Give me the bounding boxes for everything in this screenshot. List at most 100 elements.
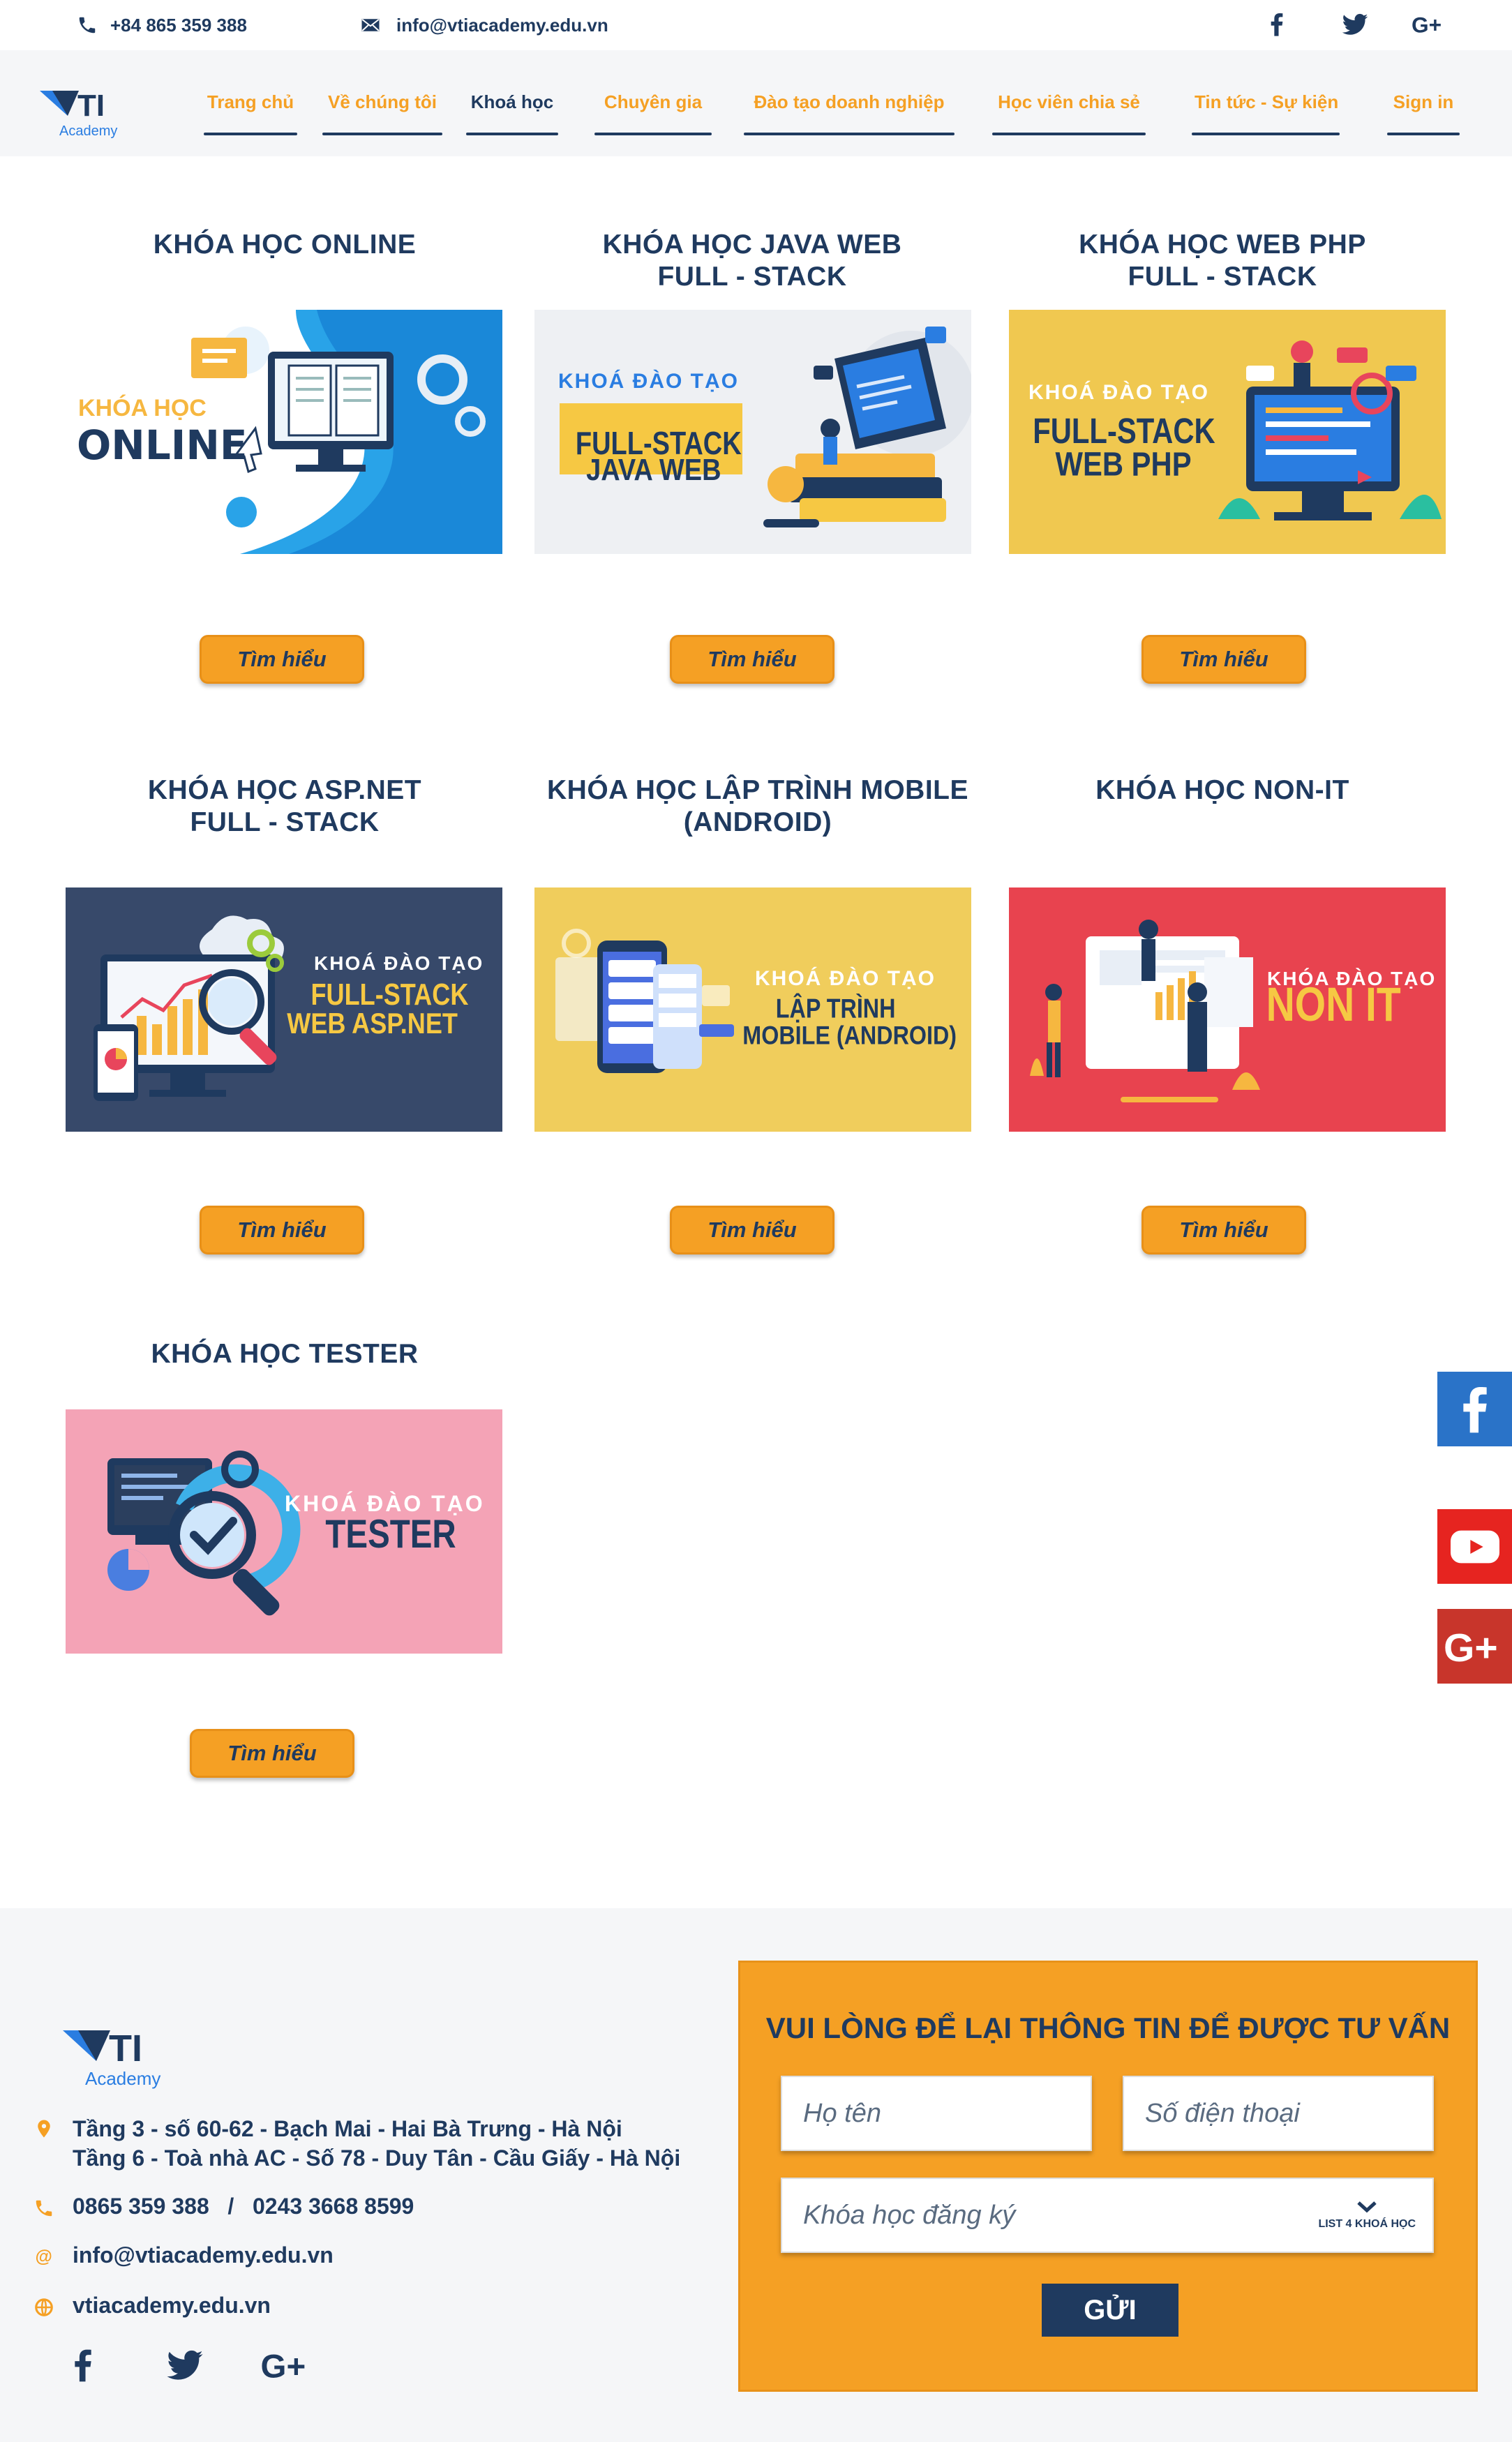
globe-icon [35,2298,53,2316]
banner-java-top: KHOÁ ĐÀO TẠO [558,369,739,393]
footer-website[interactable]: vtiacademy.edu.vn [33,2293,271,2319]
submit-button[interactable]: GỬI [1042,2284,1178,2337]
course-banner-mobile[interactable]: KHOÁ ĐÀO TẠO LẬP TRÌNH MOBILE (ANDROID) [534,887,971,1132]
facebook-icon [1462,1386,1487,1432]
course-banner-tester[interactable]: KHOÁ ĐÀO TẠO TESTER [66,1409,502,1654]
svg-text:G+: G+ [1412,13,1442,38]
course-title-nonit: KHÓA HỌC NON-IT [1095,775,1349,805]
svg-text:TI: TI [77,89,105,123]
footer-google-plus-button[interactable]: G+ [255,2341,318,2390]
top-phone-text: +84 865 359 388 [110,14,247,36]
course-banner-online[interactable]: KHÓA HỌC ONLINE [66,310,502,554]
top-google-plus-button[interactable]: G+ [1408,7,1450,42]
svg-text:TI: TI [109,2028,142,2069]
nav-sign-in[interactable]: Sign in [1387,89,1460,138]
at-icon: @ [36,2247,52,2267]
svg-text:Academy: Academy [85,2068,160,2089]
course-banner-php[interactable]: KHOÁ ĐÀO TẠO FULL-STACK WEB PHP [1009,310,1446,554]
course-banner-nonit[interactable]: KHÓA ĐÀO TẠO NON IT [1009,887,1446,1132]
course-select-placeholder: Khóa học đăng ký [803,2200,1016,2230]
name-input[interactable]: Họ tên [781,2076,1092,2151]
facebook-icon [75,2349,91,2382]
learn-more-button-java[interactable]: Tìm hiểu [670,635,834,684]
map-pin-icon [38,2120,50,2138]
svg-text:G+: G+ [261,2349,306,2385]
banner-aspnet-top: KHOÁ ĐÀO TẠO [314,952,484,974]
twitter-icon [1342,13,1368,35]
nav-hoc-vien-chia-se[interactable]: Học viên chia sẻ [992,89,1146,138]
footer-address: Tầng 3 - số 60-62 - Bạch Mai - Hai Bà Tr… [33,2114,680,2173]
banner-mobile-top: KHOÁ ĐÀO TẠO [755,966,936,990]
nav-dao-tao-doanh-nghiep[interactable]: Đào tạo doanh nghiệp [744,89,955,138]
footer-address-line2: Tầng 6 - Toà nhà AC - Số 78 - Duy Tân - … [73,2145,681,2171]
learn-more-button-tester[interactable]: Tìm hiểu [190,1729,354,1778]
course-title-java: KHÓA HỌC JAVA WEB FULL - STACK [602,230,902,292]
form-title: VUI LÒNG ĐỂ LẠI THÔNG TIN ĐỂ ĐƯỢC TƯ VẤN [765,2012,1451,2044]
banner-aspnet-main: FULL-STACK [311,978,469,1012]
phone-input[interactable]: Số điện thoại [1123,2076,1434,2151]
learn-more-button-mobile[interactable]: Tìm hiểu [670,1206,834,1254]
course-select[interactable]: Khóa học đăng ký LIST 4 KHOÁ HỌC [781,2178,1434,2253]
top-email[interactable]: info@vtiacademy.edu.vn [357,10,608,40]
learn-more-button-php[interactable]: Tìm hiểu [1142,635,1306,684]
footer-facebook-button[interactable] [59,2341,107,2390]
banner-aspnet-main2: WEB ASP.NET [287,1008,458,1040]
course-title-online: KHÓA HỌC ONLINE [153,230,417,260]
main-nav: TI Academy Trang chủ Về chúng tôi Khoá h… [0,50,1512,156]
facebook-icon [1271,13,1283,36]
float-facebook-button[interactable] [1437,1372,1512,1446]
course-title-mobile: KHÓA HỌC LẬP TRÌNH MOBILE (ANDROID) [547,775,968,837]
youtube-icon [1450,1530,1499,1563]
banner-tester-main: TESTER [325,1512,456,1557]
nav-ve-chung-toi[interactable]: Về chúng tôi [322,89,442,138]
vti-logo[interactable]: TI Academy [38,73,150,142]
phone-icon [36,2200,52,2217]
footer-twitter-button[interactable] [160,2341,209,2390]
google-plus-icon: G+ [1412,13,1442,38]
banner-online-main: ONLINE [77,421,248,469]
float-google-plus-button[interactable]: G+ [1437,1609,1512,1684]
learn-more-button-nonit[interactable]: Tìm hiểu [1142,1206,1306,1254]
contact-form: VUI LÒNG ĐỂ LẠI THÔNG TIN ĐỂ ĐƯỢC TƯ VẤN… [738,1961,1478,2392]
course-select-hint: LIST 4 KHOÁ HỌC [1318,2218,1416,2230]
course-banner-aspnet[interactable]: KHOÁ ĐÀO TẠO FULL-STACK WEB ASP.NET [66,887,502,1132]
google-plus-icon: G+ [261,2349,306,2385]
top-email-text: info@vtiacademy.edu.vn [396,14,608,36]
nav-trang-chu[interactable]: Trang chủ [204,89,297,138]
svg-text:Academy: Academy [59,123,117,139]
banner-nonit-main: NON IT [1266,978,1401,1031]
banner-mobile-main2: MOBILE (ANDROID) [742,1021,957,1050]
float-youtube-button[interactable] [1437,1509,1512,1584]
nav-khoa-hoc[interactable]: Khoá học [466,89,558,138]
banner-online-top: KHÓA HỌC [78,395,207,421]
learn-more-button-aspnet[interactable]: Tìm hiểu [200,1206,364,1254]
top-bar: +84 865 359 388 info@vtiacademy.edu.vn G… [0,0,1512,50]
banner-java-main2: JAVA WEB [586,453,721,487]
footer-website-text: vtiacademy.edu.vn [73,2293,271,2318]
top-twitter-button[interactable] [1334,7,1376,42]
footer-email[interactable]: @ info@vtiacademy.edu.vn [33,2242,334,2269]
footer-address-line1: Tầng 3 - số 60-62 - Bạch Mai - Hai Bà Tr… [73,2116,622,2141]
svg-text:G+: G+ [1444,1626,1498,1670]
course-title-php: KHÓA HỌC WEB PHP FULL - STACK [1079,230,1366,292]
footer-email-text: info@vtiacademy.edu.vn [73,2242,334,2268]
twitter-icon [167,2350,203,2380]
banner-php-main2: WEB PHP [1056,445,1192,484]
course-banner-java[interactable]: KHOÁ ĐÀO TẠO FULL-STACK JAVA WEB [534,310,971,554]
nav-tin-tuc-su-kien[interactable]: Tin tức - Sự kiện [1192,89,1340,138]
footer-vti-logo[interactable]: TI Academy [61,2009,194,2093]
course-title-aspnet: KHÓA HỌC ASP.NET FULL - STACK [147,775,422,837]
chevron-down-icon [1357,2201,1377,2213]
mail-icon [361,19,380,31]
google-plus-icon: G+ [1444,1626,1498,1670]
top-phone[interactable]: +84 865 359 388 [77,10,247,40]
svg-text:@: @ [36,2247,52,2267]
footer-phones-text: 0865 359 388 / 0243 3668 8599 [73,2194,414,2219]
nav-chuyen-gia[interactable]: Chuyên gia [594,89,712,138]
banner-php-top: KHOÁ ĐÀO TẠO [1028,380,1209,404]
footer-phones: 0865 359 388 / 0243 3668 8599 [33,2194,414,2220]
learn-more-button-online[interactable]: Tìm hiểu [200,635,364,684]
phone-icon [79,17,96,33]
course-title-tester: KHÓA HỌC TESTER [151,1339,419,1369]
top-facebook-button[interactable] [1256,7,1298,42]
